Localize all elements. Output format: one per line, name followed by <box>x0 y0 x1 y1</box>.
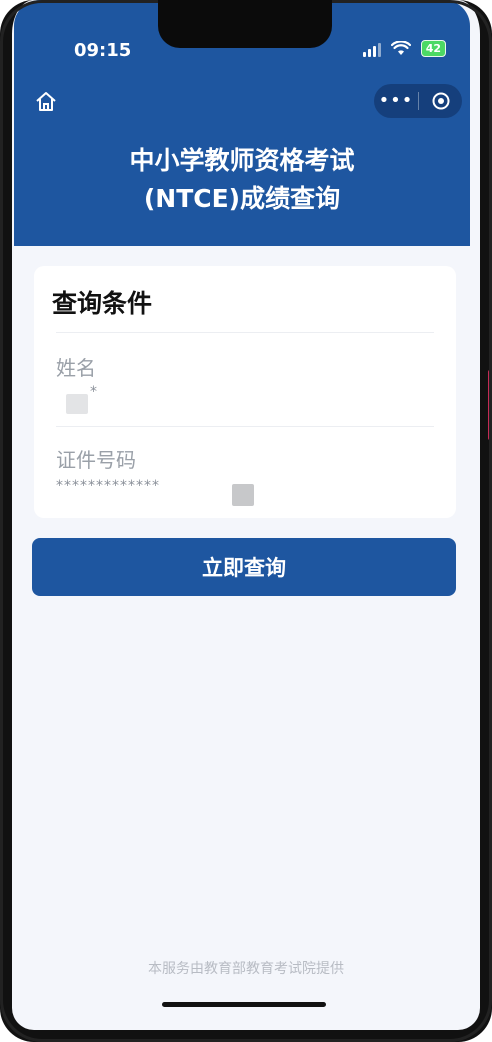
home-indicator[interactable] <box>162 1002 326 1007</box>
name-input[interactable]: * <box>90 384 98 400</box>
form-title: 查询条件 <box>52 289 153 318</box>
mini-program-capsule: ••• <box>374 84 462 118</box>
query-form-card: 查询条件 姓名 * 证件号码 ************* <box>34 266 456 518</box>
page-title-line2: (NTCE)成绩查询 <box>143 184 341 213</box>
more-menu-button[interactable]: ••• <box>374 84 418 118</box>
form-divider <box>56 332 434 333</box>
name-redacted <box>66 394 88 414</box>
signal-icon <box>362 41 381 57</box>
home-icon[interactable] <box>34 90 58 114</box>
page-title: 中小学教师资格考试 (NTCE)成绩查询 <box>14 142 470 218</box>
side-button <box>488 370 492 440</box>
page-title-line1: 中小学教师资格考试 <box>129 146 355 175</box>
close-button[interactable] <box>419 91 462 111</box>
submit-query-button[interactable]: 立即查询 <box>32 538 456 596</box>
footer-text: 本服务由教育部教育考试院提供 <box>148 961 344 977</box>
phone-screen: 09:15 42 ••• 中小学教师资格考试 (NTCE)成绩查询 查询条件 姓… <box>0 0 492 1042</box>
status-time: 09:15 <box>74 40 132 61</box>
id-label: 证件号码 <box>56 448 136 472</box>
id-redacted <box>232 484 254 506</box>
phone-notch <box>158 0 332 48</box>
field-divider <box>56 426 434 427</box>
battery-indicator: 42 <box>420 40 446 57</box>
status-icons: 42 <box>362 40 446 57</box>
name-label: 姓名 <box>56 356 96 380</box>
wifi-icon <box>390 40 411 55</box>
id-number-input[interactable]: ************* <box>56 478 160 494</box>
target-circle-icon <box>432 92 449 110</box>
